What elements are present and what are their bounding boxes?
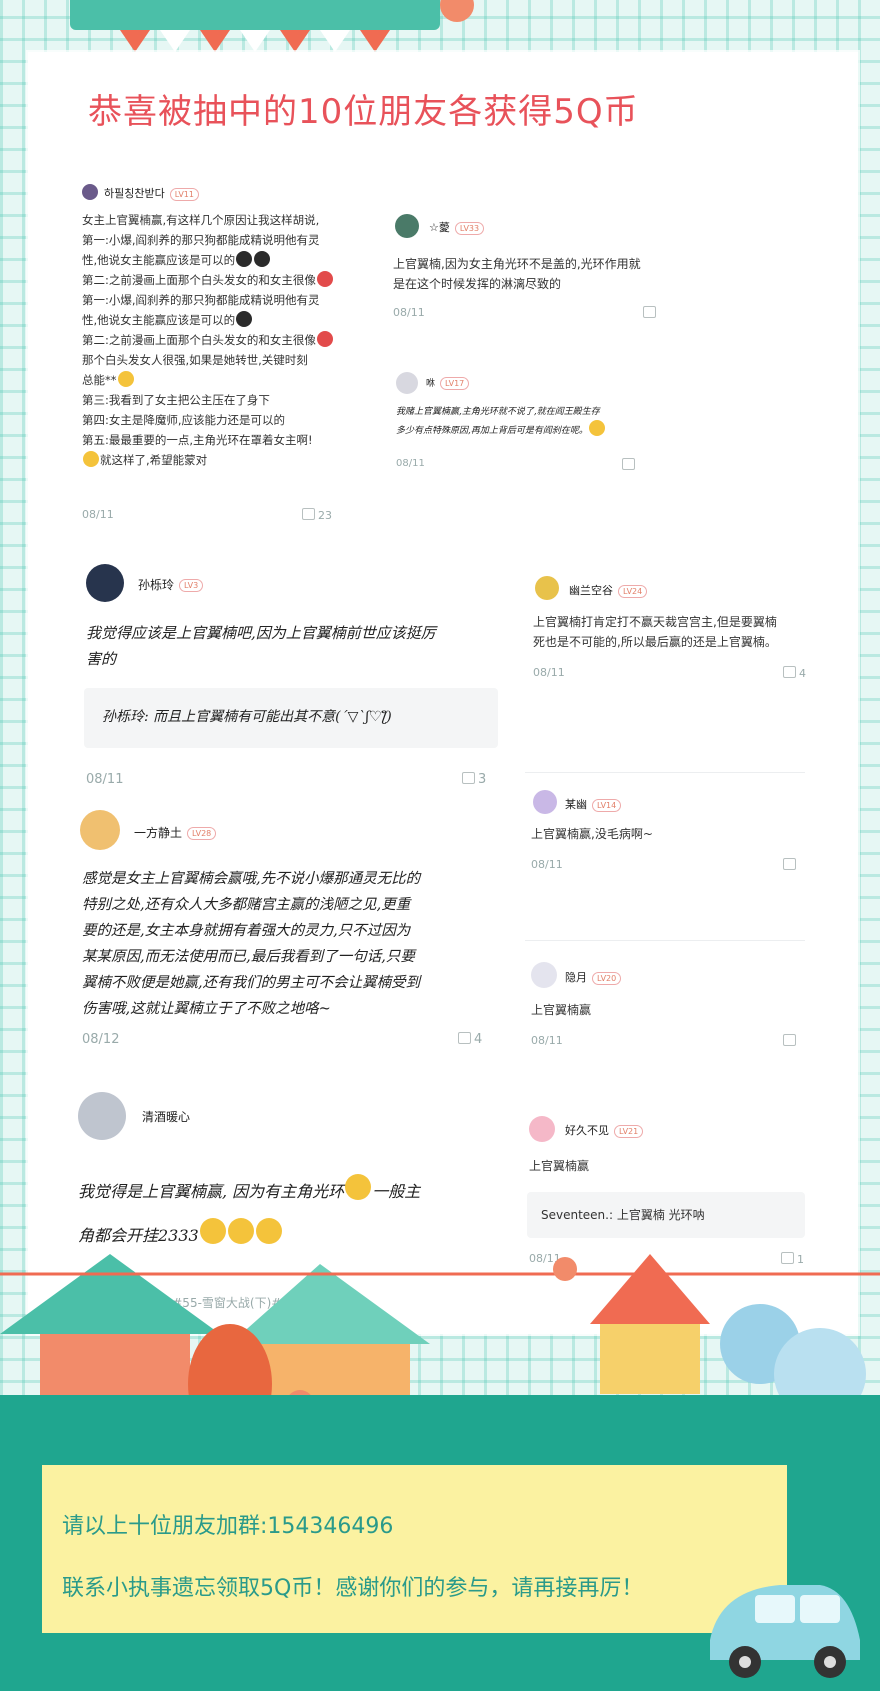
thumbs-up-icon: [302, 508, 315, 520]
username: 清酒暖心: [142, 1110, 191, 1124]
comment-text: 上官翼楠赢: [531, 1003, 592, 1017]
username: 隐月 LV20: [565, 969, 622, 985]
comment-card: 某幽 LV14 上官翼楠赢,没毛病啊~ 08/11: [525, 790, 810, 880]
avatar: [86, 564, 124, 602]
balloon-decoration: [440, 0, 474, 22]
car-illustration: [710, 1585, 860, 1678]
avatar: [535, 576, 559, 600]
thumbs-up-icon: [458, 1032, 471, 1044]
notice-line-2: 联系小执事遗忘领取5Q币！感谢你们的参与，请再接再厉！: [62, 1576, 644, 1601]
divider: [525, 772, 805, 773]
tent-roof-decoration: [70, 0, 440, 30]
like-button[interactable]: 23: [302, 508, 332, 522]
comment-text: 上官翼楠,因为女主角光环不是盖的,光环作用就 是在这个时候发挥的淋漓尽致的: [393, 257, 641, 291]
comment-date: 08/11: [533, 666, 565, 679]
reply-text: 孙栎玲: 而且上官翼楠有可能出其不意(´▽`ʃ♡ƪ): [102, 709, 392, 725]
comment-text: 我觉得应该是上官翼楠吧,因为上官翼楠前世应该挺厉 害的: [86, 624, 436, 668]
emoji-icon: [345, 1174, 372, 1200]
level-badge: LV14: [592, 798, 622, 812]
avatar: [533, 790, 557, 814]
comment-date: 08/11: [531, 1034, 563, 1047]
notice-banner: [42, 1465, 787, 1633]
username: 某幽 LV14: [565, 796, 622, 812]
comment-text: 女主上官翼楠赢,有这样几个原因让我这样胡说, 第一:小爆,阎刹养的那只狗都能成精…: [82, 210, 340, 470]
page-title: 恭喜被抽中的10位朋友各获得5Q币: [88, 92, 639, 132]
thumbs-up-icon: [622, 458, 635, 470]
avatar: [531, 962, 557, 988]
comment-date: 08/11: [531, 858, 563, 871]
thumbs-up-icon: [783, 1034, 796, 1046]
comment-text: 感觉是女主上官翼楠会赢哦,先不说小爆那通灵无比的 特别之处,还有众人大多都赌宫主…: [82, 871, 421, 1017]
comment-date: 08/12: [82, 1032, 120, 1047]
emoji-icon: [236, 311, 253, 327]
emoji-icon: [316, 271, 333, 287]
comment-card: 一方静土 LV28 感觉是女主上官翼楠会赢哦,先不说小爆那通灵无比的 特别之处,还…: [78, 810, 508, 1050]
emoji-icon: [588, 420, 605, 436]
username: ☆薆 LV33: [429, 219, 485, 235]
divider: [525, 940, 805, 941]
comment-date: 08/11: [396, 458, 425, 469]
username: 孙栎玲 LV3: [138, 576, 204, 593]
level-badge: LV28: [187, 827, 217, 840]
emoji-icon: [316, 331, 333, 347]
level-badge: LV24: [618, 584, 648, 598]
comment-text: 上官翼楠打肯定打不赢天裁宫宫主,但是要翼楠 死也是不可能的,所以最后赢的还是上官…: [533, 615, 777, 649]
comment-date: 08/11: [86, 772, 124, 787]
like-button[interactable]: [622, 458, 638, 472]
comment-text: 上官翼楠赢,没毛病啊~: [531, 827, 653, 841]
comment-card: 幽兰空谷 LV24 上官翼楠打肯定打不赢天裁宫宫主,但是要翼楠 死也是不可能的,所…: [525, 572, 810, 682]
like-button[interactable]: [643, 306, 659, 320]
comment-card: 咻 LV17 我赌上官翼楠赢,主角光环就不说了,就在阎王殿生存 多少有点特殊原因,…: [390, 366, 665, 476]
emoji-icon: [236, 251, 253, 267]
comment-text: 上官翼楠赢: [529, 1159, 590, 1173]
like-button[interactable]: [783, 1034, 799, 1048]
emoji-icon: [117, 371, 134, 387]
thumbs-up-icon: [783, 858, 796, 870]
username: 咻 LV17: [426, 376, 470, 390]
like-button[interactable]: 3: [462, 772, 486, 787]
thumbs-up-icon: [462, 772, 475, 784]
avatar: [529, 1116, 555, 1142]
avatar: [82, 184, 98, 200]
avatar: [396, 372, 418, 394]
level-badge: LV20: [592, 971, 622, 985]
username: 하필칭찬받다 LV11: [104, 185, 199, 201]
level-badge: LV3: [179, 579, 204, 592]
username: 一方静土 LV28: [134, 824, 217, 841]
thumbs-up-icon: [783, 666, 796, 678]
avatar: [80, 810, 120, 850]
username: 幽兰空谷 LV24: [569, 582, 648, 598]
reply-text: Seventeen.: 上官翼楠 光环呐: [541, 1208, 705, 1222]
username: 好久不见 LV21: [565, 1122, 644, 1138]
notice-line-1: 请以上十位朋友加群:154346496: [62, 1514, 394, 1539]
level-badge: LV11: [169, 187, 199, 201]
comment-card: 隐月 LV20 上官翼楠赢 08/11: [525, 960, 810, 1050]
comment-card: ☆薆 LV33 上官翼楠,因为女主角光环不是盖的,光环作用就 是在这个时候发挥的淋…: [385, 210, 665, 320]
comment-date: 08/11: [82, 508, 114, 521]
like-button[interactable]: [783, 858, 799, 872]
level-badge: LV21: [614, 1124, 644, 1138]
reply-box: 孙栎玲: 而且上官翼楠有可能出其不意(´▽`ʃ♡ƪ): [84, 688, 498, 748]
reply-box: Seventeen.: 上官翼楠 光环呐: [527, 1192, 805, 1238]
comment-date: 08/11: [393, 306, 425, 319]
avatar: [78, 1092, 126, 1140]
level-badge: LV17: [440, 377, 470, 390]
like-button[interactable]: 4: [458, 1032, 482, 1047]
comment-card: 孙栎玲 LV3 我觉得应该是上官翼楠吧,因为上官翼楠前世应该挺厉 害的 孙栎玲: …: [78, 560, 503, 795]
emoji-icon: [254, 251, 271, 267]
thumbs-up-icon: [643, 306, 656, 318]
avatar: [395, 214, 419, 238]
like-button[interactable]: 4: [783, 666, 806, 680]
level-badge: LV33: [454, 221, 485, 235]
emoji-icon: [83, 451, 99, 467]
comment-text: 我赌上官翼楠赢,主角光环就不说了,就在阎王殿生存 多少有点特殊原因,再加上背后可…: [396, 404, 666, 439]
comment-card: 하필칭찬받다 LV11 女主上官翼楠赢,有这样几个原因让我这样胡说, 第一:小爆,…: [70, 178, 340, 523]
